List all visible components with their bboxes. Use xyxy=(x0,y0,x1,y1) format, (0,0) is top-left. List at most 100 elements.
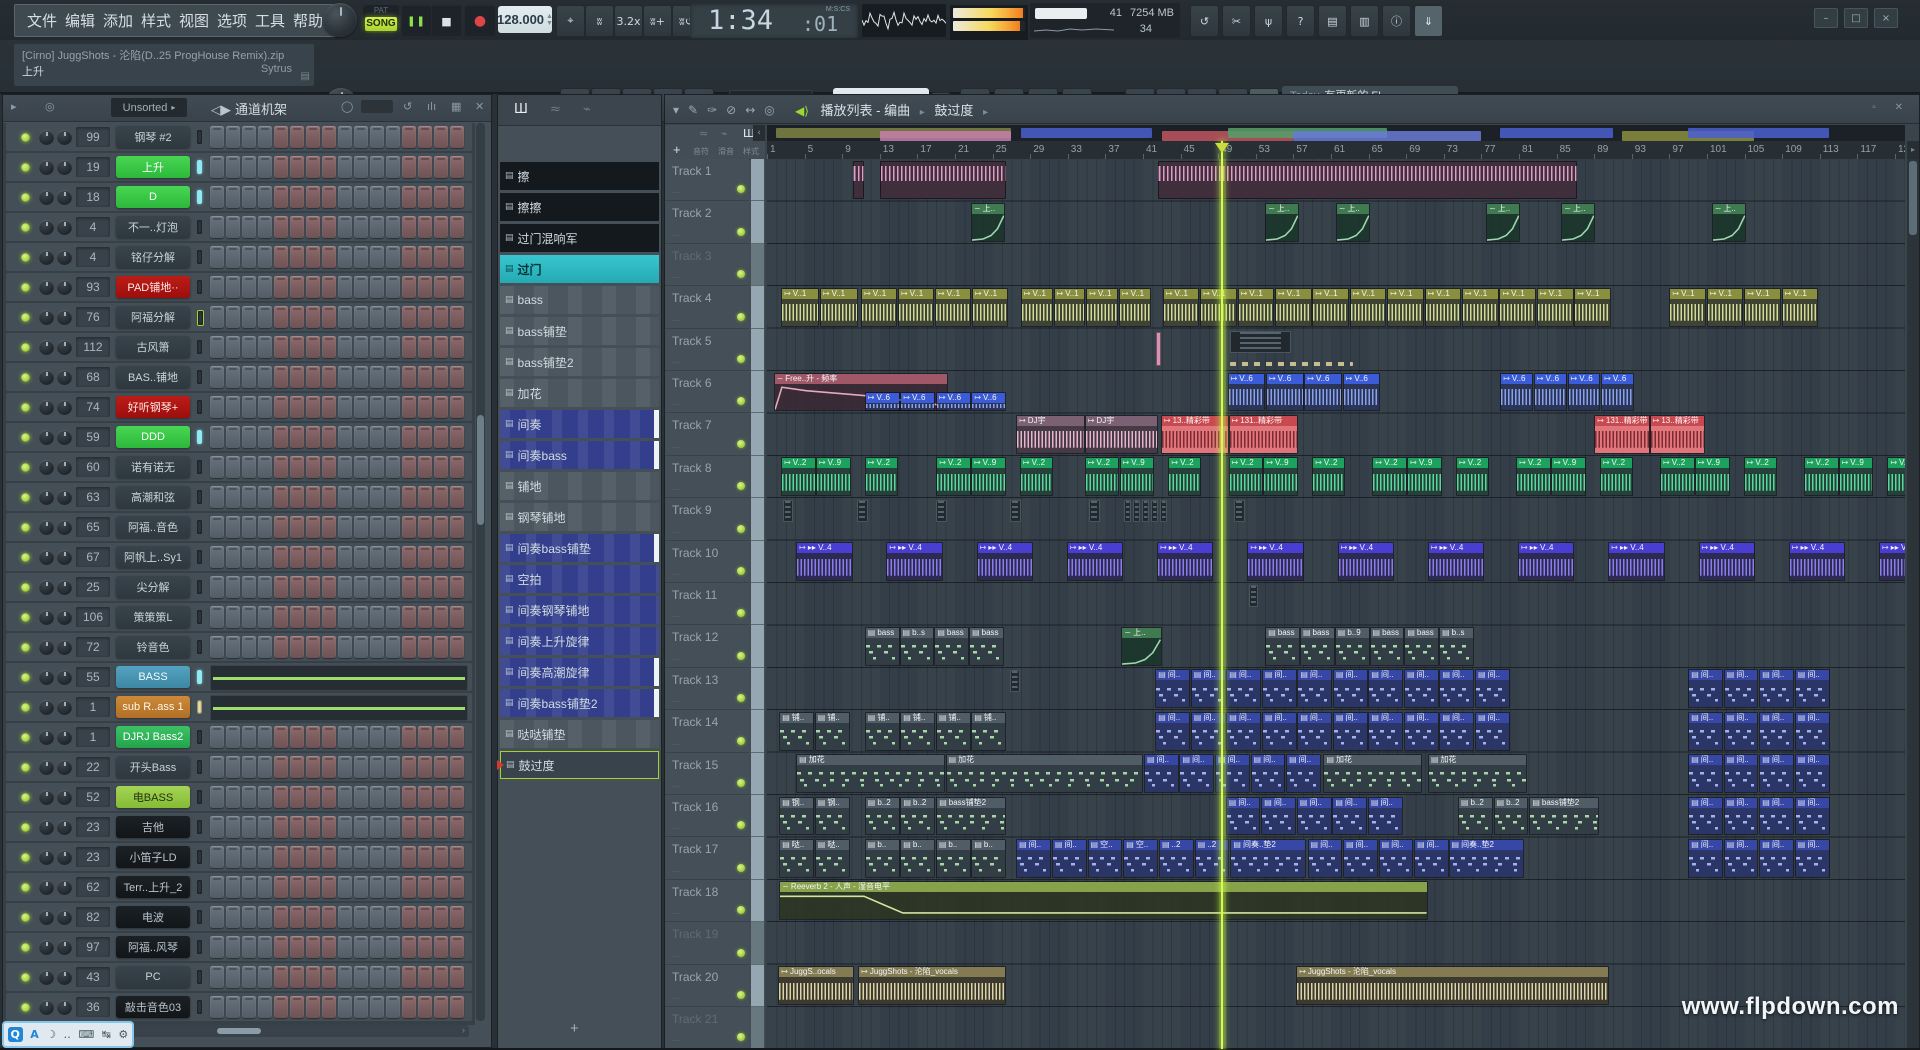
step-cell[interactable] xyxy=(258,786,272,808)
playlist-grid[interactable]: ~上..~上..~上..~上..~上..~上..↦V..1↦V..1↦V..1↦… xyxy=(767,159,1905,1049)
step-cell[interactable] xyxy=(290,486,304,508)
channel-volume-knob[interactable] xyxy=(57,250,72,265)
step-cell[interactable] xyxy=(386,186,400,208)
playlist-clip[interactable]: ▤间.. xyxy=(1379,839,1414,878)
step-cell[interactable] xyxy=(402,576,416,598)
channel-led[interactable] xyxy=(21,193,30,202)
playlist-clip[interactable]: ↦▸▸ V..4 xyxy=(1247,542,1303,581)
channel-volume-knob[interactable] xyxy=(57,310,72,325)
channel-button[interactable]: 阿帆上..Sy1 xyxy=(116,546,190,568)
step-cell[interactable] xyxy=(242,156,256,178)
step-cell[interactable] xyxy=(338,636,352,658)
step-cell[interactable] xyxy=(450,606,464,628)
track-options[interactable]: ... xyxy=(672,737,680,748)
step-cell[interactable] xyxy=(402,876,416,898)
step-cell[interactable] xyxy=(450,486,464,508)
playlist-clip[interactable]: ▤间.. xyxy=(1179,754,1214,793)
step-cell[interactable] xyxy=(370,486,384,508)
step-cell[interactable] xyxy=(434,426,448,448)
step-cell[interactable] xyxy=(226,486,240,508)
channel-button[interactable]: 敲击音色03 xyxy=(116,996,190,1018)
channel-volume-knob[interactable] xyxy=(57,160,72,175)
channel-mute-indicator[interactable] xyxy=(197,310,204,326)
step-cell[interactable] xyxy=(402,366,416,388)
transport-opt-0-icon[interactable]: ⌖ xyxy=(556,5,585,37)
playlist-clip[interactable]: ↦V..1 xyxy=(898,288,934,327)
step-cell[interactable] xyxy=(354,486,368,508)
track-header[interactable]: Track 2... xyxy=(665,201,749,243)
step-cell[interactable] xyxy=(450,366,464,388)
step-cell[interactable] xyxy=(338,816,352,838)
step-cell[interactable] xyxy=(274,636,288,658)
gutter-tab-1[interactable]: 滑音 xyxy=(718,146,734,157)
channel-mute-indicator[interactable] xyxy=(197,340,202,354)
step-cell[interactable] xyxy=(418,636,432,658)
add-pattern-button-picker[interactable]: + xyxy=(570,1020,579,1037)
channel-led[interactable] xyxy=(21,1003,30,1012)
step-cell[interactable] xyxy=(210,816,224,838)
step-cell[interactable] xyxy=(242,486,256,508)
step-cell[interactable] xyxy=(386,816,400,838)
step-cell[interactable] xyxy=(402,546,416,568)
playlist-clip[interactable]: ▤bass xyxy=(969,627,1004,666)
hint-moon-icon[interactable]: ☽ xyxy=(46,1028,56,1041)
step-cell[interactable] xyxy=(274,726,288,748)
pattern-item[interactable]: ▤擦 xyxy=(500,162,659,190)
playlist-clip[interactable]: ▤间.. xyxy=(1724,754,1759,793)
step-cell[interactable] xyxy=(242,366,256,388)
step-cell[interactable] xyxy=(370,516,384,538)
step-cell[interactable] xyxy=(418,246,432,268)
step-cell[interactable] xyxy=(370,216,384,238)
step-cell[interactable] xyxy=(226,876,240,898)
playlist-clip[interactable] xyxy=(1089,500,1099,522)
step-cell[interactable] xyxy=(306,936,320,958)
step-cell[interactable] xyxy=(226,726,240,748)
track-led[interactable] xyxy=(737,397,745,405)
step-cell[interactable] xyxy=(338,756,352,778)
playlist-clip[interactable] xyxy=(936,500,946,522)
playlist-clip[interactable]: ▤b..2 xyxy=(1494,797,1529,836)
oscilloscope[interactable] xyxy=(862,4,946,37)
channel-pan-knob[interactable] xyxy=(39,280,54,295)
playlist-clip[interactable]: ▤铺.. xyxy=(900,712,935,751)
channel-volume-knob[interactable] xyxy=(57,190,72,205)
playlist-clip[interactable] xyxy=(1010,670,1019,692)
playlist-clip[interactable]: ↦V..6 xyxy=(1601,373,1634,412)
step-cell[interactable] xyxy=(210,906,224,928)
channel-button[interactable]: 电波 xyxy=(116,906,190,928)
playlist-clip[interactable]: ▤铺.. xyxy=(815,712,850,751)
menu-选项[interactable]: 选项 xyxy=(217,10,247,31)
playlist-clip[interactable] xyxy=(1133,500,1140,522)
step-cell[interactable] xyxy=(434,336,448,358)
playlist-clip[interactable]: ▤间.. xyxy=(1308,839,1343,878)
step-cell[interactable] xyxy=(290,276,304,298)
step-cell[interactable] xyxy=(226,546,240,568)
song-mode-label[interactable]: SONG xyxy=(365,17,397,31)
channel-mute-indicator[interactable] xyxy=(197,730,202,744)
step-cell[interactable] xyxy=(258,216,272,238)
step-cell[interactable] xyxy=(258,816,272,838)
step-cell[interactable] xyxy=(290,336,304,358)
step-cell[interactable] xyxy=(226,126,240,148)
channel-led[interactable] xyxy=(21,163,30,172)
channel-pan-knob[interactable] xyxy=(39,340,54,355)
channel-volume-knob[interactable] xyxy=(57,550,72,565)
step-cell[interactable] xyxy=(274,186,288,208)
playlist-clip[interactable]: ▤bass xyxy=(865,627,900,666)
track-trigger-strip[interactable] xyxy=(751,371,764,413)
step-cell[interactable] xyxy=(258,246,272,268)
step-cell[interactable] xyxy=(450,216,464,238)
playlist-clip[interactable]: ▤间.. xyxy=(1251,754,1286,793)
pattern-item[interactable]: ▤间奏上升旋律 xyxy=(500,627,659,655)
channel-pan-knob[interactable] xyxy=(39,490,54,505)
channel-led[interactable] xyxy=(21,613,30,622)
track-header[interactable]: Track 12... xyxy=(665,625,749,667)
track-options[interactable]: ... xyxy=(672,906,680,917)
channel-mute-indicator[interactable] xyxy=(197,130,202,144)
time-display[interactable]: 1:34 :01 M:S:CS xyxy=(690,3,858,38)
step-cell[interactable] xyxy=(210,876,224,898)
step-cell[interactable] xyxy=(306,816,320,838)
step-cell[interactable] xyxy=(242,216,256,238)
playlist-clip[interactable]: ↦V..1 xyxy=(1086,288,1118,327)
playlist-clip[interactable]: ↦▸▸ V..4 xyxy=(1699,542,1755,581)
